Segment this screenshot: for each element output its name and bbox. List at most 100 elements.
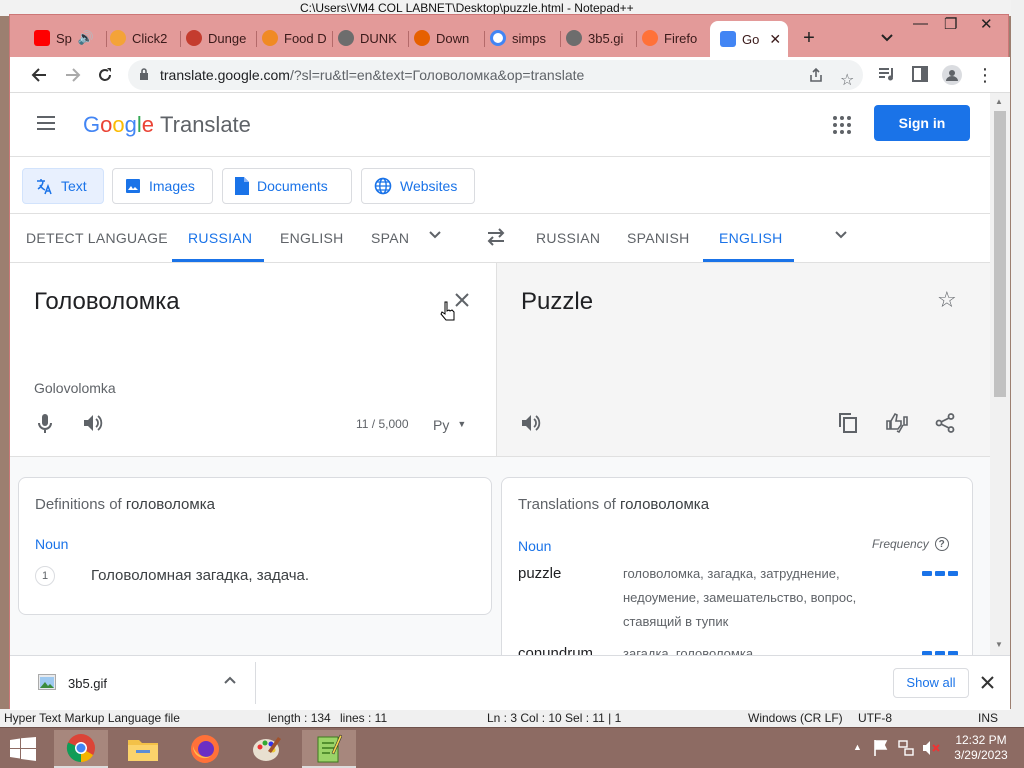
forward-icon[interactable] [62, 64, 84, 86]
volume-muted-icon[interactable] [922, 740, 940, 756]
tab-9[interactable]: Firefo [642, 25, 708, 51]
tab-separator [484, 31, 485, 47]
tab-search-chevron-icon[interactable] [876, 27, 898, 49]
source-lang-more-chevron-icon[interactable] [428, 230, 442, 240]
swap-languages-icon[interactable] [486, 228, 506, 246]
save-translation-star-icon[interactable]: ☆ [937, 287, 957, 313]
download-file-name[interactable]: 3b5.gif [68, 676, 107, 691]
tab-5[interactable]: DUNK [338, 25, 404, 51]
close-window-icon[interactable]: ✕ [980, 15, 993, 33]
side-panel-icon[interactable] [912, 66, 928, 82]
globe-icon [338, 30, 354, 46]
mode-websites-button[interactable]: Websites [361, 168, 475, 204]
download-options-chevron-icon[interactable] [224, 676, 236, 684]
taskbar-firefox-icon[interactable] [178, 730, 232, 768]
tab-close-icon[interactable]: ✕ [769, 31, 781, 48]
source-lang-english[interactable]: ENGLISH [280, 214, 344, 263]
status-lines: lines : 11 [340, 711, 388, 725]
windows-start-icon[interactable] [10, 737, 36, 761]
source-lang-russian[interactable]: RUSSIAN [188, 214, 252, 263]
system-clock[interactable]: 12:32 PM 3/29/2023 [946, 733, 1016, 763]
keyboard-select[interactable]: Ру ▼ [433, 417, 466, 433]
image-file-icon [38, 674, 56, 690]
transliteration: Golovolomka [34, 380, 116, 396]
mode-documents-button[interactable]: Documents [222, 168, 352, 204]
notepad-window-edge [1011, 0, 1024, 727]
minimize-icon[interactable]: — [913, 15, 928, 32]
listen-translation-speaker-icon[interactable] [521, 414, 541, 432]
logo-letter: G [83, 112, 101, 137]
rate-translation-icon[interactable] [885, 412, 909, 434]
media-controls-icon[interactable] [878, 66, 896, 82]
target-lang-spanish[interactable]: SPANISH [627, 214, 690, 263]
taskbar-notepadpp-icon[interactable] [302, 730, 356, 768]
target-text-panel: Puzzle ☆ [496, 263, 990, 457]
tab-active-google-translate[interactable]: Go ✕ [710, 21, 788, 57]
new-tab-button[interactable]: + [798, 27, 820, 49]
address-bar[interactable]: translate.google.com/?sl=ru&tl=en&text=Г… [128, 60, 863, 90]
show-hidden-icons-icon[interactable]: ▲ [853, 742, 862, 752]
tab-1[interactable]: Sp 🔊 [34, 25, 104, 51]
maximize-icon[interactable]: ❐ [944, 15, 957, 33]
close-download-shelf-icon[interactable] [981, 676, 994, 689]
source-lang-spanish[interactable]: SPANISH [371, 214, 409, 263]
target-lang-more-chevron-icon[interactable] [834, 230, 848, 240]
scroll-up-arrow-icon[interactable]: ▲ [995, 97, 1003, 106]
tab-2[interactable]: Click2 [110, 25, 176, 51]
tab-6[interactable]: Down [414, 25, 480, 51]
profile-avatar-icon[interactable] [942, 65, 962, 85]
translations-title: Translations of головоломка [518, 496, 709, 513]
definition-text: Головоломная загадка, задача. [91, 567, 310, 584]
listen-source-speaker-icon[interactable] [83, 414, 103, 432]
tab-separator [408, 31, 409, 47]
help-icon[interactable]: ? [934, 537, 949, 551]
flag-icon[interactable] [874, 740, 888, 756]
show-all-downloads-button[interactable]: Show all [893, 668, 969, 698]
back-icon[interactable] [28, 64, 50, 86]
definitions-title: Definitions of головоломка [35, 496, 215, 513]
title-prefix: Translations of [518, 496, 616, 513]
taskbar-chrome-icon[interactable] [54, 730, 108, 768]
bookmark-star-icon[interactable]: ☆ [840, 66, 854, 96]
source-text-input[interactable]: Головоломка [34, 288, 180, 316]
taskbar-file-explorer-icon[interactable] [116, 730, 170, 768]
status-insert: INS [978, 711, 999, 725]
tab-3[interactable]: Dunge [186, 25, 252, 51]
tab-7[interactable]: simps [490, 25, 556, 51]
caret-down-icon: ▼ [457, 419, 467, 429]
scroll-down-arrow-icon[interactable]: ▼ [995, 640, 1003, 649]
google-translate-logo[interactable]: Google Translate [83, 111, 251, 139]
menu-kebab-icon[interactable]: ⋮ [976, 65, 994, 86]
network-icon[interactable] [898, 740, 914, 756]
clear-text-icon[interactable] [454, 292, 470, 308]
apps-grid-icon[interactable] [833, 116, 851, 134]
windows-taskbar: ▲ 12:32 PM 3/29/2023 [0, 727, 1024, 768]
reload-icon[interactable] [94, 64, 116, 86]
mode-text-button[interactable]: Text [22, 168, 104, 204]
page-scrollbar[interactable]: ▲ ▼ [990, 93, 1010, 655]
translation-word[interactable]: conundrum [518, 645, 593, 655]
source-lang-detect[interactable]: DETECT LANGUAGE [26, 214, 168, 263]
target-lang-russian[interactable]: RUSSIAN [536, 214, 600, 263]
taskbar-paint-icon[interactable] [240, 730, 294, 768]
share-translation-icon[interactable] [935, 413, 955, 433]
title-prefix: Definitions of [35, 496, 122, 513]
translation-synonyms: загадка, головоломка [623, 646, 754, 655]
title-word: головоломка [620, 496, 710, 513]
sign-in-button[interactable]: Sign in [874, 105, 970, 141]
target-lang-english[interactable]: ENGLISH [719, 214, 783, 263]
mode-images-button[interactable]: Images [112, 168, 213, 204]
microphone-icon[interactable] [38, 414, 52, 434]
scrollbar-thumb[interactable] [994, 111, 1006, 397]
youtube-icon [34, 30, 50, 46]
translations-pos: Noun [518, 538, 552, 554]
translation-word[interactable]: puzzle [518, 565, 561, 582]
google-icon [490, 30, 506, 46]
lock-icon[interactable] [139, 68, 149, 81]
hamburger-menu-icon[interactable] [36, 115, 56, 131]
share-icon[interactable] [808, 67, 824, 83]
tab-8[interactable]: 3b5.gi [566, 25, 632, 51]
copy-translation-icon[interactable] [839, 413, 857, 433]
tab-4[interactable]: Food D [262, 25, 328, 51]
download-shelf: 3b5.gif Show all [10, 655, 1010, 710]
